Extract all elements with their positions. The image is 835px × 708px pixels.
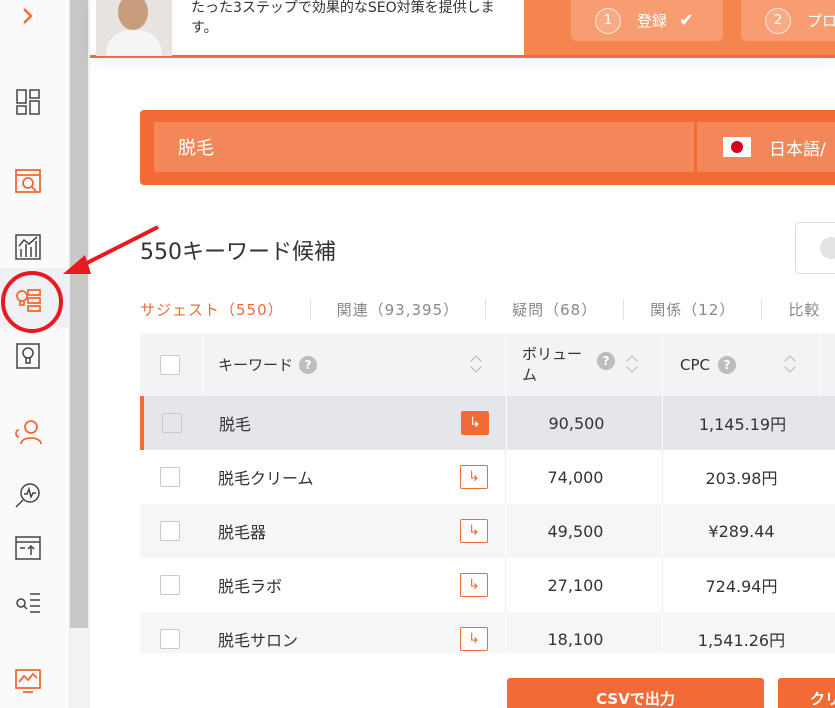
keyword-cell[interactable]: 脱毛ラボ <box>218 558 282 612</box>
step-register-button[interactable]: 1 登録 ✔ <box>571 0 723 41</box>
row-checkbox[interactable] <box>160 612 180 653</box>
language-label: 日本語/ <box>769 139 826 160</box>
select-all-checkbox[interactable] <box>160 333 180 396</box>
keyword-cell[interactable]: 脱毛クリーム <box>218 450 314 504</box>
check-icon: ✔ <box>679 10 695 31</box>
onboarding-banner: たった3ステップで効果的なSEO対策を提供します。 1 登録 ✔ 2 プロ <box>90 0 835 58</box>
banner-message: たった3ステップで効果的なSEO対策を提供します。 <box>191 0 495 36</box>
traffic-trend-icon[interactable] <box>10 662 46 698</box>
header-cpc-label: CPC <box>680 355 710 374</box>
arrow-return-icon: ↳ <box>460 573 488 597</box>
keyword-cell[interactable]: 脱毛器 <box>218 504 266 558</box>
sort-icon[interactable] <box>470 354 482 374</box>
table-row[interactable]: 脱毛器 ↳ 49,500 ¥289.44 <box>140 504 835 558</box>
dashboard-icon[interactable] <box>10 84 46 120</box>
table-row[interactable]: 脱毛クリーム ↳ 74,000 203.98円 <box>140 450 835 504</box>
tab-prepositions[interactable]: 関係（12） <box>623 298 761 320</box>
step-label: 登録 <box>637 12 668 30</box>
cpc-cell: ¥289.44 <box>662 504 820 558</box>
japan-flag-icon <box>723 137 751 157</box>
view-toggle[interactable] <box>795 222 835 274</box>
onboarding-steps: 1 登録 ✔ 2 プロ <box>524 0 835 55</box>
avatar <box>96 0 172 56</box>
volume-cell: 49,500 <box>505 504 645 558</box>
sidebar-rail <box>0 0 70 708</box>
step-project-button[interactable]: 2 プロ <box>741 0 835 41</box>
step-number: 2 <box>765 7 791 34</box>
language-select[interactable]: 日本語/ <box>697 122 835 172</box>
backlinks-icon[interactable] <box>10 414 46 450</box>
keyword-search-icon[interactable] <box>10 585 46 621</box>
step-number: 1 <box>595 7 621 34</box>
sort-icon[interactable] <box>784 354 796 374</box>
go-button[interactable]: ↳ <box>460 558 488 612</box>
keyword-table: キーワード ? ボリューム ? CPC ? 脱毛 ↳ 90,500 1,145.… <box>140 333 835 653</box>
table-header: キーワード ? ボリューム ? CPC ? <box>140 333 835 396</box>
tab-comparisons[interactable]: 比較 <box>761 298 835 320</box>
expand-chevron-icon[interactable] <box>10 0 46 36</box>
traffic-chart-icon[interactable] <box>10 229 46 265</box>
volume-cell: 74,000 <box>505 450 645 504</box>
help-icon[interactable]: ? <box>718 355 736 374</box>
table-row[interactable]: 脱毛サロン ↳ 18,100 1,541.26円 <box>140 612 835 653</box>
row-checkbox[interactable] <box>160 504 180 558</box>
tab-suggest[interactable]: サジェスト（550） <box>140 299 310 320</box>
annotation-circle <box>1 271 63 333</box>
go-button[interactable]: ↳ <box>460 612 488 653</box>
cpc-cell: 1,541.26円 <box>662 612 820 653</box>
table-row[interactable]: 脱毛ラボ ↳ 27,100 724.94円 <box>140 558 835 612</box>
cpc-cell: 203.98円 <box>662 450 820 504</box>
tab-related[interactable]: 関連（93,395） <box>309 298 486 320</box>
row-checkbox[interactable] <box>160 450 180 504</box>
sort-icon[interactable] <box>626 354 638 374</box>
help-icon[interactable]: ? <box>299 355 318 374</box>
keyword-cell[interactable]: 脱毛 <box>219 396 251 450</box>
step-label: プロ <box>807 12 835 30</box>
arrow-return-icon: ↳ <box>460 519 488 543</box>
volume-cell: 18,100 <box>505 612 645 653</box>
table-row[interactable]: 脱毛 ↳ 90,500 1,145.19円 <box>140 396 835 450</box>
app-window: たった3ステップで効果的なSEO対策を提供します。 1 登録 ✔ 2 プロ 脱毛… <box>0 0 835 708</box>
arrow-return-icon: ↳ <box>460 627 488 651</box>
site-audit-icon[interactable] <box>10 163 46 199</box>
results-heading: 550キーワード候補 <box>140 240 336 265</box>
keyword-search-bar: 脱毛 日本語/ <box>140 110 835 185</box>
content-ideas-icon[interactable] <box>10 338 46 374</box>
header-volume[interactable]: ボリューム ? <box>522 333 662 396</box>
header-volume-label: ボリューム <box>522 344 583 384</box>
volume-cell: 27,100 <box>505 558 645 612</box>
volume-cell: 90,500 <box>506 396 646 450</box>
rank-tracker-icon[interactable] <box>10 530 46 566</box>
header-keyword-label: キーワード <box>218 356 294 374</box>
header-keyword[interactable]: キーワード ? <box>218 333 488 396</box>
keyword-input[interactable]: 脱毛 <box>154 122 694 172</box>
traffic-analyzer-icon[interactable] <box>10 478 46 514</box>
go-button[interactable]: ↳ <box>461 396 489 450</box>
cpc-cell: 724.94円 <box>662 558 820 612</box>
copy-button[interactable]: クリ <box>778 678 835 708</box>
tab-questions[interactable]: 疑問（68） <box>485 298 623 320</box>
csv-export-button[interactable]: CSVで出力 <box>507 678 764 708</box>
header-cpc[interactable]: CPC ? <box>680 333 820 396</box>
row-checkbox[interactable] <box>160 558 180 612</box>
keyword-cell[interactable]: 脱毛サロン <box>218 612 298 653</box>
sidebar-scrollbar-thumb[interactable] <box>70 0 88 628</box>
cpc-cell: 1,145.19円 <box>662 396 822 450</box>
arrow-return-icon: ↳ <box>460 465 488 489</box>
go-button[interactable]: ↳ <box>460 450 488 504</box>
arrow-return-icon: ↳ <box>461 411 489 435</box>
keyword-tabs: サジェスト（550） 関連（93,395） 疑問（68） 関係（12） 比較 <box>140 296 835 322</box>
go-button[interactable]: ↳ <box>460 504 488 558</box>
row-checkbox[interactable] <box>162 396 182 450</box>
help-icon[interactable]: ? <box>597 352 615 370</box>
